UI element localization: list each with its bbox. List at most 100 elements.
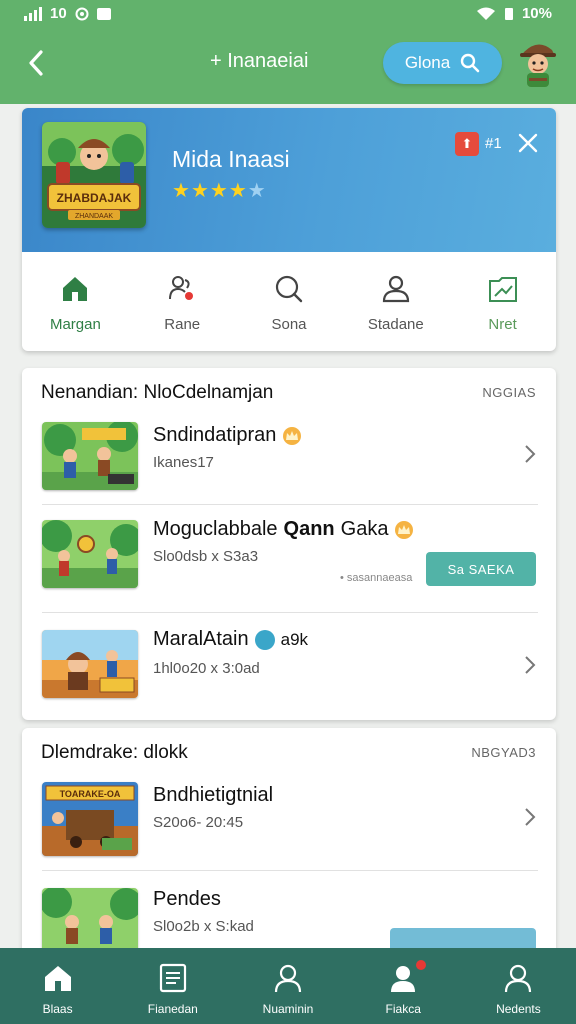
item-subtitle: Slo0dsb x S3a3 xyxy=(153,548,259,565)
home-icon xyxy=(44,966,71,991)
battery-text: 10% xyxy=(521,5,552,22)
profile-icon xyxy=(382,275,409,303)
list-item[interactable]: Moguclabbale Qann Gaka Slo0dsb x S3a3 Sa… xyxy=(22,516,556,616)
nav-label: Fiakca xyxy=(385,1002,421,1016)
thumbnail-title: TOARAKE-OA xyxy=(60,789,121,799)
close-icon[interactable] xyxy=(516,131,540,155)
page-title: + Inanaeiai xyxy=(210,50,309,72)
document-list-icon xyxy=(159,963,186,993)
person-icon xyxy=(274,964,302,993)
game-thumbnail xyxy=(42,422,138,490)
wifi-icon xyxy=(476,7,495,20)
game-thumbnail: TOARAKE-OA xyxy=(42,782,138,856)
item-action-button[interactable]: Sa SAEKA xyxy=(426,552,536,586)
notification-dot xyxy=(415,960,426,970)
vpn-icon xyxy=(75,7,89,20)
tab-label: Nret xyxy=(488,316,517,333)
item-name-row: MaralAtain a9k xyxy=(153,628,308,651)
top-bar: 10 10% + Inanaeiai Glona xyxy=(0,0,576,104)
nav-label: Nuaminin xyxy=(262,1002,314,1016)
featured-tabs: Margan Rane Sona Stadane Nret xyxy=(22,252,556,351)
nav-item-fiakca[interactable]: Fiakca xyxy=(346,948,461,1024)
people-alert-icon xyxy=(169,276,194,300)
tab-margan[interactable]: Margan xyxy=(22,252,129,351)
list-item[interactable]: Pendes Sl0o2b x S:kad xyxy=(22,882,556,958)
star-icon: ★ xyxy=(190,180,210,202)
section-heading: Dlemdrake: dlokk xyxy=(41,742,188,763)
item-subtitle: Sl0o2b x S:kad xyxy=(153,918,254,935)
list-item[interactable]: TOARAKE-OA Bndhietigtnial S20o6- 20:45 xyxy=(22,778,556,878)
rating-stars: ★★★★★ xyxy=(172,178,267,203)
battery-icon xyxy=(504,7,513,20)
signal-text: 10 xyxy=(50,5,67,22)
search-icon xyxy=(460,53,480,73)
tab-label: Stadane xyxy=(367,316,424,333)
tab-label: Sona xyxy=(271,316,307,333)
star-icon: ★ xyxy=(209,180,229,202)
back-arrow-icon[interactable] xyxy=(22,46,52,80)
section-heading: Nenandian: NloCdelnamjan xyxy=(41,382,274,403)
featured-game-card[interactable]: ZHABDAJAK ZHANDAAK Mida Inaasi ★★★★★ ⬆ #… xyxy=(22,108,556,351)
nav-label: Blaas xyxy=(42,1002,73,1016)
search-icon xyxy=(275,275,303,303)
item-name: Bndhietigtnial xyxy=(153,784,274,806)
nav-item-blaas[interactable]: Blaas xyxy=(0,948,115,1024)
item-name-row: Pendes xyxy=(153,888,221,911)
star-icon: ★ xyxy=(247,180,267,202)
tab-label: Rane xyxy=(164,316,201,333)
divider xyxy=(42,870,538,871)
star-icon: ★ xyxy=(172,180,191,202)
nav-item-nuaminin[interactable]: Nuaminin xyxy=(230,948,345,1024)
home-icon xyxy=(63,277,88,301)
list-item[interactable]: Sndindatipran Ikanes17 xyxy=(22,418,556,518)
featured-art-subtitle: ZHANDAAK xyxy=(75,213,113,220)
section-tag-link[interactable]: NGGIAS xyxy=(482,385,536,400)
tab-sona[interactable]: Sona xyxy=(236,252,343,351)
item-name: Moguclabbale xyxy=(153,518,278,540)
section-tag-link[interactable]: NBGYAD3 xyxy=(471,745,536,760)
divider xyxy=(42,612,538,613)
folder-chart-icon xyxy=(488,277,517,302)
globe-icon xyxy=(254,629,275,650)
game-thumbnail xyxy=(42,630,138,698)
list-item[interactable]: MaralAtain a9k 1hl0o20 x 3:0ad xyxy=(22,624,556,720)
nav-label: Nedents xyxy=(496,1002,541,1016)
search-pill-label: Glona xyxy=(404,53,451,72)
item-name: MaralAtain xyxy=(153,628,249,650)
nav-item-nedents[interactable]: Nedents xyxy=(461,948,576,1024)
item-badge-text: a9k xyxy=(280,629,309,649)
nav-item-fianedan[interactable]: Fianedan xyxy=(115,948,230,1024)
item-subtitle: S20o6- 20:45 xyxy=(153,814,244,831)
status-bar: 10 10% xyxy=(0,0,576,30)
app-bar: + Inanaeiai Glona xyxy=(0,30,576,104)
avatar[interactable] xyxy=(516,38,560,90)
star-icon: ★ xyxy=(228,180,248,202)
tab-stadane[interactable]: Stadane xyxy=(342,252,449,351)
section-card-2: Dlemdrake: dlokk NBGYAD3 TOARAKE-OA Bndh… xyxy=(22,728,556,958)
bottom-navigation: Blaas Fianedan Nuaminin Fiakca Nedents xyxy=(0,948,576,1024)
item-name: Pendes xyxy=(153,888,221,910)
featured-art-title: ZHABDAJAK xyxy=(57,191,132,205)
item-name: Sndindatipran xyxy=(153,424,277,446)
tab-label: Margan xyxy=(49,316,101,333)
chevron-right-icon[interactable] xyxy=(522,443,538,465)
signal-icon xyxy=(24,6,42,21)
game-thumbnail xyxy=(42,520,138,588)
tab-rane[interactable]: Rane xyxy=(129,252,236,351)
item-subtitle: 1hl0o20 x 3:0ad xyxy=(153,660,260,677)
featured-game-name: Mida Inaasi xyxy=(172,146,290,172)
divider xyxy=(42,504,538,505)
chevron-right-icon[interactable] xyxy=(522,806,538,828)
user-icon xyxy=(505,964,532,993)
profile-notification-icon xyxy=(391,966,416,992)
section-card-1: Nenandian: NloCdelnamjan NGGIAS Sndindat… xyxy=(22,368,556,720)
search-pill-button[interactable]: Glona xyxy=(383,42,502,84)
crown-icon xyxy=(395,520,414,539)
featured-banner: ZHABDAJAK ZHANDAAK Mida Inaasi ★★★★★ ⬆ #… xyxy=(22,108,556,252)
item-name-row: Sndindatipran xyxy=(153,424,302,447)
notification-icon xyxy=(96,7,111,20)
chevron-right-icon[interactable] xyxy=(522,654,538,676)
tab-nret[interactable]: Nret xyxy=(449,252,556,351)
item-name-tail: Gaka xyxy=(340,518,389,540)
item-name-row: Bndhietigtnial xyxy=(153,784,273,807)
